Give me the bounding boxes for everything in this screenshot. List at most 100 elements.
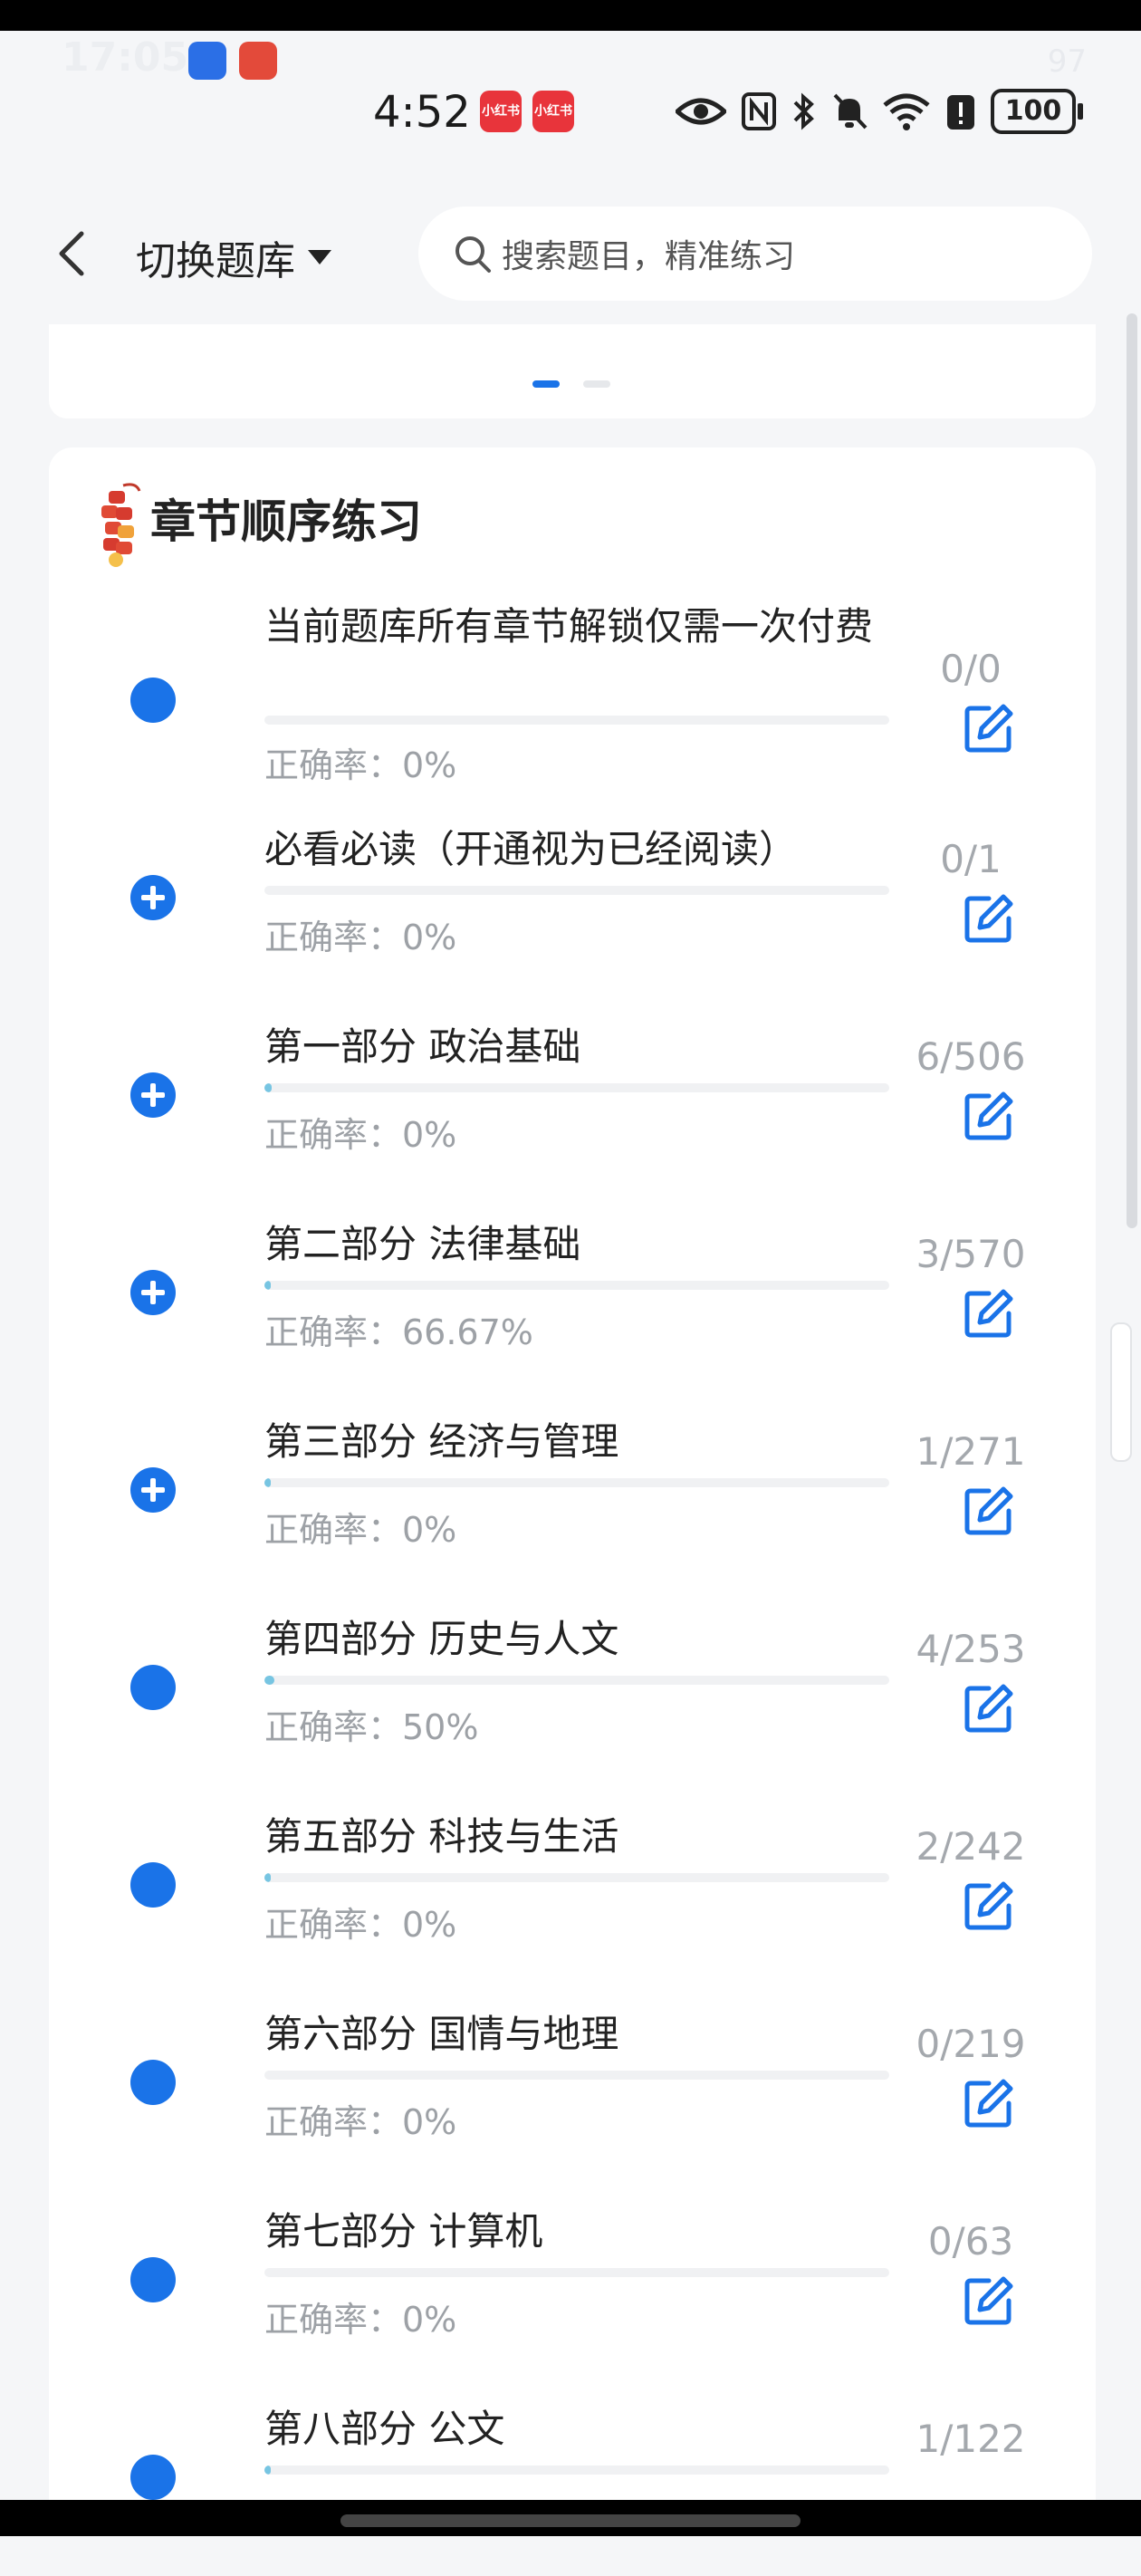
chapter-item[interactable]: 第三部分 经济与管理正确率：0% 1/271 bbox=[49, 1391, 1096, 1589]
edit-practice-icon[interactable] bbox=[962, 1484, 1016, 1538]
chapter-count: 1/271 bbox=[916, 1429, 1026, 1474]
status-bar: 4:52 小红书 小红书 100 bbox=[0, 82, 1141, 145]
carousel-indicator bbox=[532, 380, 610, 388]
caret-down-icon bbox=[308, 250, 331, 264]
chapter-progress-bar bbox=[264, 716, 889, 725]
xiaohongshu-app-icon: 小红书 bbox=[532, 91, 574, 132]
edit-practice-icon[interactable] bbox=[962, 891, 1016, 946]
app-header: 切换题库 搜索题目，精准练习 bbox=[0, 199, 1141, 317]
chapter-progress-bar bbox=[264, 1478, 889, 1487]
eye-icon bbox=[676, 98, 726, 125]
edit-practice-icon[interactable] bbox=[962, 1286, 1016, 1341]
edit-practice-icon[interactable] bbox=[962, 1089, 1016, 1143]
switch-question-bank-label: 切换题库 bbox=[136, 238, 295, 284]
chapter-dot-icon bbox=[130, 678, 176, 723]
edit-practice-icon[interactable] bbox=[962, 701, 1016, 755]
chapter-dot-icon bbox=[130, 1862, 176, 1908]
chapter-progress-bar bbox=[264, 1083, 889, 1092]
mute-bell-icon bbox=[833, 93, 868, 130]
firecracker-icon bbox=[101, 483, 141, 567]
home-indicator[interactable] bbox=[340, 2514, 801, 2527]
chapter-count: 6/506 bbox=[916, 1034, 1026, 1079]
chapter-count: 4/253 bbox=[916, 1627, 1026, 1671]
fast-scroll-thumb[interactable] bbox=[1110, 1322, 1132, 1462]
chapter-count: 0/63 bbox=[927, 2219, 1014, 2264]
chapter-accuracy: 正确率：0% bbox=[264, 1510, 457, 1550]
chapter-title: 第三部分 经济与管理 bbox=[264, 1419, 619, 1464]
expand-plus-icon[interactable] bbox=[130, 1072, 176, 1118]
ghost-battery: 97 bbox=[1047, 43, 1087, 80]
chapter-item[interactable]: 第六部分 国情与地理正确率：0% 0/219 bbox=[49, 1984, 1096, 2181]
chapter-accuracy: 正确率：0% bbox=[264, 2102, 457, 2142]
chapter-count: 2/242 bbox=[916, 1824, 1026, 1869]
edit-practice-icon[interactable] bbox=[962, 1681, 1016, 1735]
chapter-title: 必看必读（开通视为已经阅读） bbox=[264, 827, 798, 871]
status-icons: 100 bbox=[676, 89, 1083, 134]
chapter-progress-bar bbox=[264, 886, 889, 895]
chapter-progress-fill bbox=[264, 1083, 273, 1092]
chapter-progress-fill bbox=[264, 1478, 271, 1487]
chapter-item[interactable]: 第四部分 历史与人文 正确率：50% 4/253 bbox=[49, 1589, 1096, 1786]
ghost-time: 17:05 bbox=[62, 34, 189, 81]
chapter-progress-bar bbox=[264, 1873, 889, 1882]
banner-card bbox=[49, 324, 1096, 418]
chapter-title: 第二部分 法律基础 bbox=[264, 1222, 581, 1266]
chapter-accuracy: 正确率：66.67% bbox=[264, 1312, 533, 1352]
battery-indicator: 100 bbox=[991, 89, 1083, 134]
chapter-progress-bar bbox=[264, 1676, 889, 1685]
chapter-dot-icon bbox=[130, 2455, 176, 2500]
chapter-title: 第五部分 科技与生活 bbox=[264, 1814, 619, 1859]
search-input[interactable]: 搜索题目，精准练习 bbox=[418, 207, 1092, 301]
chapter-progress-fill bbox=[264, 1281, 271, 1290]
expand-plus-icon[interactable] bbox=[130, 875, 176, 920]
bluetooth-icon bbox=[793, 92, 814, 130]
edit-practice-icon[interactable] bbox=[962, 2076, 1016, 2130]
carousel-dot[interactable] bbox=[583, 380, 610, 388]
chapter-progress-fill bbox=[264, 1676, 275, 1685]
chapter-item[interactable]: 第二部分 法律基础正确率：66.67% 3/570 bbox=[49, 1194, 1096, 1391]
chapter-accuracy: 正确率：0% bbox=[264, 1905, 457, 1945]
back-arrow-icon[interactable] bbox=[47, 226, 101, 281]
chapter-accuracy: 正确率：0% bbox=[264, 918, 457, 957]
section-title: 章节顺序练习 bbox=[150, 495, 422, 548]
expand-plus-icon[interactable] bbox=[130, 1467, 176, 1513]
edit-practice-icon[interactable] bbox=[962, 2273, 1016, 2328]
chapter-count: 3/570 bbox=[916, 1232, 1026, 1276]
xiaohongshu-app-icon: 小红书 bbox=[480, 91, 522, 132]
edit-practice-icon[interactable] bbox=[962, 1879, 1016, 1933]
expand-plus-icon[interactable] bbox=[130, 1270, 176, 1315]
ghost-app-icon bbox=[239, 42, 277, 80]
chapter-dot-icon bbox=[130, 1665, 176, 1710]
chapter-item[interactable]: 第七部分 计算机正确率：0% 0/63 bbox=[49, 2181, 1096, 2379]
ghost-app-icon bbox=[188, 42, 226, 80]
chapter-title: 当前题库所有章节解锁仅需一次付费 bbox=[264, 604, 874, 649]
chapter-item[interactable]: 第五部分 科技与生活正确率：0% 2/242 bbox=[49, 1786, 1096, 1984]
chapter-count: 0/219 bbox=[916, 2022, 1026, 2066]
chapter-count: 0/0 bbox=[940, 647, 1002, 691]
chapter-item[interactable]: 第一部分 政治基础 正确率：0% 6/506 bbox=[49, 996, 1096, 1194]
chapter-accuracy: 正确率：0% bbox=[264, 2300, 457, 2340]
chapter-title: 第一部分 政治基础 bbox=[264, 1024, 581, 1069]
page-scrollbar[interactable] bbox=[1127, 313, 1137, 1228]
chapter-progress-bar bbox=[264, 2071, 889, 2080]
chapter-item[interactable]: 第八部分 公文 1/122 bbox=[49, 2379, 1096, 2576]
chapter-item[interactable]: 当前题库所有章节解锁仅需一次付费正确率：0% 0/0 bbox=[49, 601, 1096, 799]
chapter-practice-card: 章节顺序练习 当前题库所有章节解锁仅需一次付费正确率：0% 0/0 必看必读（开通视… bbox=[49, 447, 1096, 2536]
chapter-accuracy: 正确率：50% bbox=[264, 1707, 479, 1747]
chapter-title: 第七部分 计算机 bbox=[264, 2209, 543, 2254]
carousel-dot-active[interactable] bbox=[532, 380, 560, 388]
chapter-progress-bar bbox=[264, 1281, 889, 1290]
chapter-progress-bar bbox=[264, 2465, 889, 2475]
chapter-progress-fill bbox=[264, 2465, 271, 2475]
alert-icon bbox=[947, 95, 974, 130]
search-placeholder: 搜索题目，精准练习 bbox=[502, 238, 796, 275]
system-top-bar bbox=[0, 0, 1141, 31]
switch-question-bank-button[interactable]: 切换题库 bbox=[136, 228, 333, 286]
search-icon bbox=[455, 236, 491, 273]
chapter-accuracy: 正确率：0% bbox=[264, 745, 457, 785]
chapter-dot-icon bbox=[130, 2257, 176, 2302]
chapter-title: 第六部分 国情与地理 bbox=[264, 2012, 619, 2056]
chapter-item[interactable]: 必看必读（开通视为已经阅读） 正确率：0% 0/1 bbox=[49, 799, 1096, 996]
ghost-app-icons bbox=[188, 42, 277, 80]
status-time: 4:52 bbox=[373, 87, 471, 138]
